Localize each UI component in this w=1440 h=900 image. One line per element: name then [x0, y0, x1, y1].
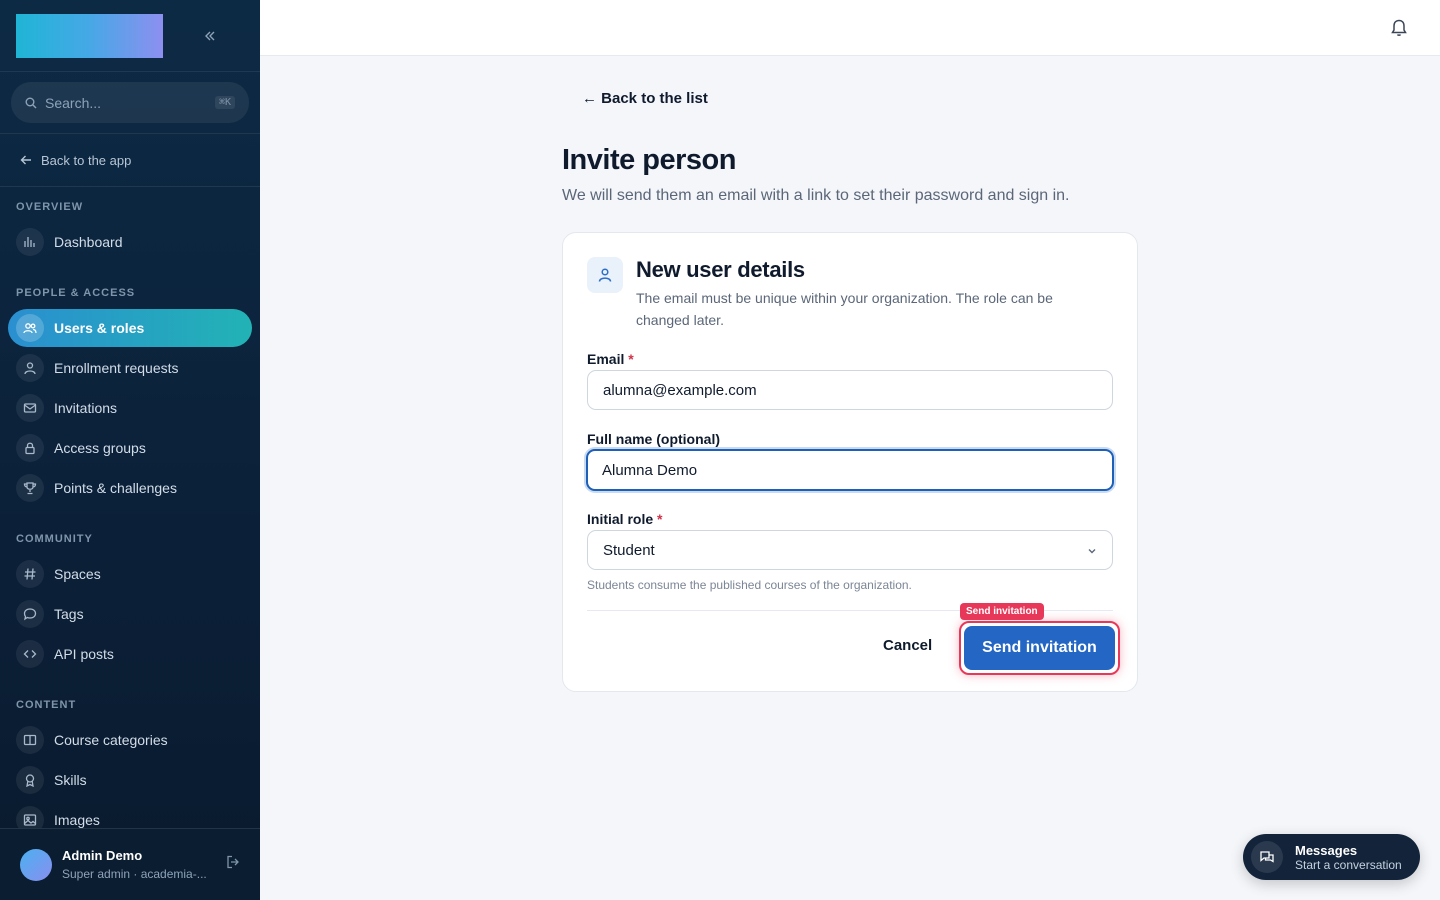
role-value: Student: [603, 541, 655, 559]
lock-icon: [16, 434, 44, 462]
send-invitation-tag: Send invitation: [960, 603, 1044, 620]
topbar: [260, 0, 1440, 56]
trophy-icon: [16, 474, 44, 502]
required-mark: *: [628, 351, 634, 367]
card-title: New user details: [636, 257, 805, 282]
sidebar-item-label: Spaces: [54, 566, 101, 582]
email-field[interactable]: alumna@example.com: [587, 370, 1113, 410]
avatar[interactable]: [20, 848, 52, 881]
messages-subtitle: Start a conversation: [1295, 857, 1402, 872]
chat-bubble-icon: [16, 600, 44, 628]
sidebar-item-label: Skills: [54, 772, 87, 788]
sidebar-item-label: Dashboard: [54, 234, 123, 250]
award-icon: [16, 766, 44, 794]
section-title-people: PEOPLE & ACCESS: [16, 287, 136, 299]
sidebar-item-spaces[interactable]: Spaces: [8, 555, 252, 593]
sidebar-item-dashboard[interactable]: Dashboard: [8, 223, 252, 261]
search-wrapper: Search... ⌘K: [0, 72, 260, 134]
bell-icon[interactable]: [1390, 18, 1408, 43]
sidebar-item-label: Access groups: [54, 440, 146, 456]
sidebar-item-label: Images: [54, 812, 100, 828]
email-value: alumna@example.com: [603, 381, 757, 399]
card-description: The email must be unique within your org…: [636, 290, 1053, 328]
back-to-app-label: Back to the app: [41, 152, 132, 168]
search-icon: [25, 97, 37, 108]
sidebar-item-points-challenges[interactable]: Points & challenges: [8, 469, 252, 507]
user-name: Admin Demo: [62, 848, 143, 863]
users-icon: [16, 314, 44, 342]
search-placeholder: Search...: [45, 94, 102, 111]
section-title-content: CONTENT: [16, 699, 77, 711]
logout-icon[interactable]: [226, 855, 240, 874]
email-label-text: Email: [587, 351, 625, 367]
role-select[interactable]: Student: [587, 530, 1113, 570]
email-label: Email *: [587, 351, 634, 367]
sidebar-item-label: Tags: [54, 606, 84, 622]
user-footer: Admin Demo Super admin · academia-...: [0, 828, 260, 900]
sidebar-item-label: Users & roles: [54, 320, 145, 336]
arrow-left-icon: [20, 155, 31, 165]
messages-text: Messages Start a conversation: [1295, 843, 1402, 872]
role-hint: Students consume the published courses o…: [587, 578, 912, 592]
sidebar-item-enrollment-requests[interactable]: Enrollment requests: [8, 349, 252, 387]
mail-icon: [16, 394, 44, 422]
user-info: Admin Demo Super admin · academia-...: [62, 848, 226, 881]
section-title-community: COMMUNITY: [16, 533, 93, 545]
cancel-button[interactable]: Cancel: [883, 637, 932, 654]
user-icon: [587, 257, 623, 293]
sidebar-item-invitations[interactable]: Invitations: [8, 389, 252, 427]
code-icon: [16, 640, 44, 668]
hash-icon: [16, 560, 44, 588]
sidebar: Search... ⌘K Back to the app OVERVIEW Da…: [0, 0, 260, 900]
back-to-app-link[interactable]: Back to the app: [0, 134, 260, 187]
send-invitation-highlight: Send invitation: [959, 621, 1120, 675]
role-label-text: Initial role: [587, 511, 654, 527]
messages-title: Messages: [1295, 842, 1358, 858]
user-role: Super admin · academia-...: [62, 867, 207, 881]
new-user-card: New user details The email must be uniqu…: [562, 232, 1138, 692]
sidebar-item-tags[interactable]: Tags: [8, 595, 252, 633]
sidebar-item-users-roles[interactable]: Users & roles: [8, 309, 252, 347]
sidebar-item-access-groups[interactable]: Access groups: [8, 429, 252, 467]
user-icon: [16, 354, 44, 382]
send-invitation-button[interactable]: Send invitation: [964, 626, 1115, 670]
search-shortcut: ⌘K: [214, 96, 235, 109]
section-title-overview: OVERVIEW: [16, 201, 84, 213]
messages-icon: [1251, 841, 1283, 873]
sidebar-item-label: Enrollment requests: [54, 360, 179, 376]
sidebar-item-label: API posts: [54, 646, 114, 662]
logo-row: [0, 0, 260, 72]
sidebar-item-api-posts[interactable]: API posts: [8, 635, 252, 673]
messages-widget[interactable]: Messages Start a conversation: [1243, 834, 1420, 880]
role-label: Initial role *: [587, 511, 662, 527]
required-mark: *: [657, 511, 663, 527]
sidebar-item-skills[interactable]: Skills: [8, 761, 252, 799]
sidebar-item-course-categories[interactable]: Course categories: [8, 721, 252, 759]
sidebar-item-label: Course categories: [54, 732, 168, 748]
fullname-label: Full name (optional): [587, 431, 720, 447]
brand-logo[interactable]: [16, 13, 163, 58]
search-input[interactable]: Search... ⌘K: [11, 82, 249, 123]
back-to-list-link[interactable]: ← Back to the list: [582, 90, 708, 107]
fullname-field[interactable]: Alumna Demo: [586, 449, 1114, 491]
collapse-sidebar-icon[interactable]: [198, 24, 222, 48]
fullname-value: Alumna Demo: [602, 461, 698, 479]
sidebar-item-label: Invitations: [54, 400, 118, 416]
chevron-down-icon: [1086, 544, 1098, 561]
bar-chart-icon: [16, 228, 44, 256]
page-subtitle: We will send them an email with a link t…: [562, 187, 1070, 204]
sidebar-item-label: Points & challenges: [54, 480, 177, 496]
page-title: Invite person: [562, 144, 737, 176]
book-icon: [16, 726, 44, 754]
